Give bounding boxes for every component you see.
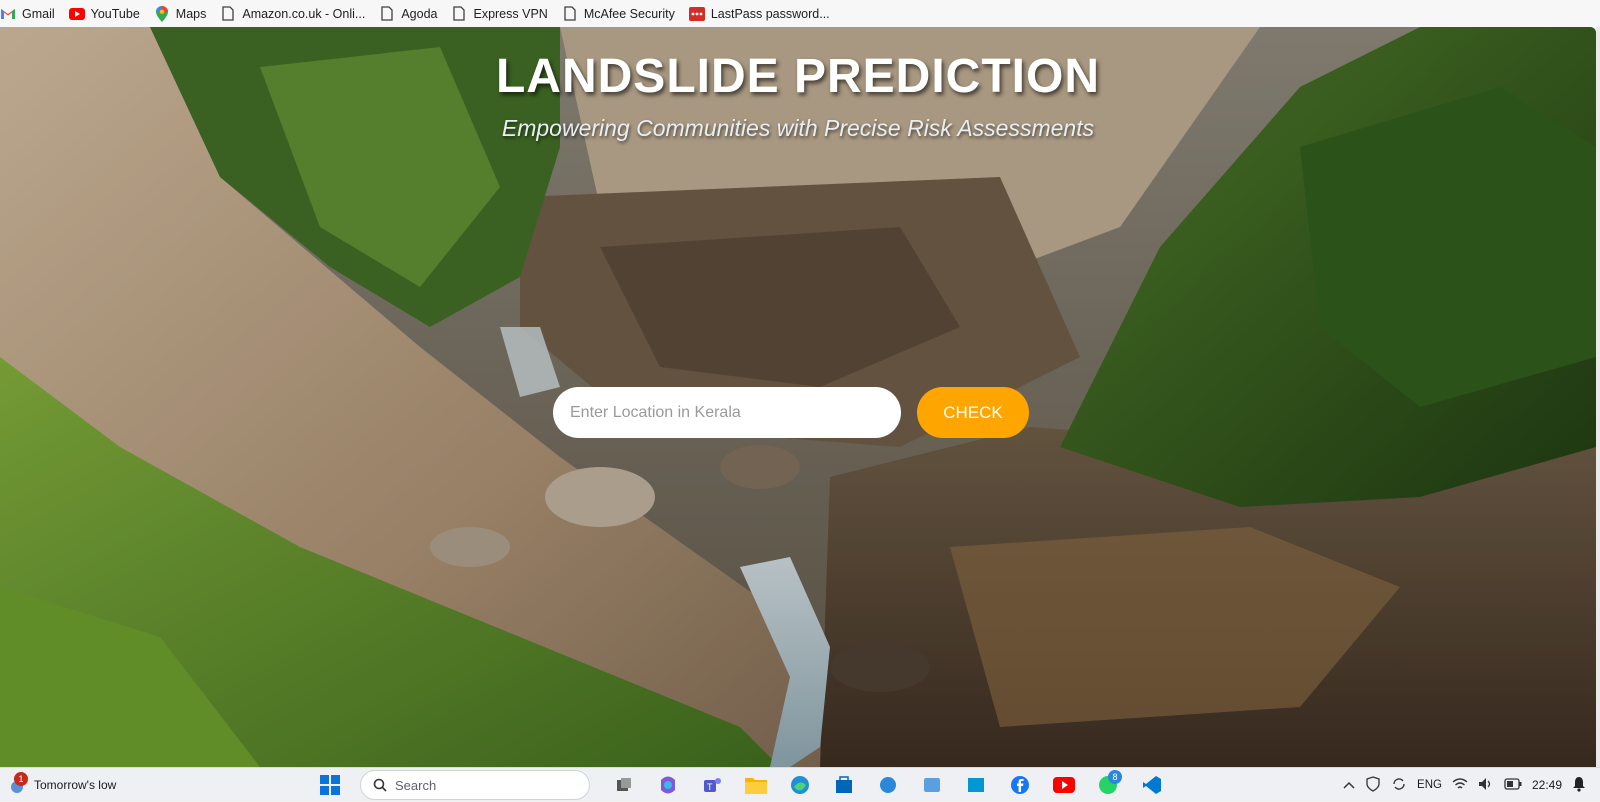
- bookmark-label: McAfee Security: [583, 6, 675, 21]
- check-button[interactable]: CHECK: [917, 387, 1029, 438]
- start-button[interactable]: [312, 768, 348, 802]
- page-subtitle: Empowering Communities with Precise Risk…: [501, 115, 1095, 141]
- bookmark-amazon[interactable]: Amazon.co.uk - Onli...: [215, 0, 374, 27]
- security-icon[interactable]: [1365, 775, 1381, 795]
- taskbar-store[interactable]: [826, 768, 862, 802]
- bookmark-mcafee[interactable]: McAfee Security: [557, 0, 684, 27]
- bookmark-gmail[interactable]: Gmail: [0, 0, 64, 27]
- location-search-form: CHECK: [553, 387, 1029, 438]
- store-icon: [836, 776, 852, 793]
- bookmark-label: Maps: [175, 6, 207, 21]
- wifi-icon[interactable]: [1452, 777, 1468, 794]
- weather-badge: 1: [14, 772, 28, 786]
- page-scrollbar[interactable]: [1596, 27, 1600, 767]
- location-input[interactable]: [553, 387, 901, 438]
- page-icon: [379, 6, 395, 22]
- sync-icon[interactable]: [1391, 776, 1407, 795]
- taskbar-vscode[interactable]: [1134, 768, 1170, 802]
- bookmark-youtube[interactable]: YouTube: [64, 0, 149, 27]
- bookmark-label: Agoda: [401, 6, 438, 21]
- lastpass-icon: [688, 6, 705, 22]
- maps-pin-icon: [154, 5, 170, 22]
- taskbar-app-photos[interactable]: [914, 768, 950, 802]
- taskbar-edge[interactable]: [782, 768, 818, 802]
- page-title: LANDSLIDE PREDICTION: [495, 50, 1100, 103]
- battery-icon[interactable]: [1504, 777, 1522, 793]
- clock[interactable]: 22:49: [1532, 778, 1562, 792]
- page-icon: [220, 6, 236, 22]
- edge-icon: [791, 776, 809, 794]
- windows-taskbar: 1 Tomorrow's low Search T 8 ENG 22:49: [0, 767, 1600, 801]
- notification-bell-icon[interactable]: [1572, 776, 1586, 795]
- copilot-icon: [661, 776, 675, 794]
- teams-icon: T: [704, 778, 721, 792]
- taskbar-whatsapp[interactable]: 8: [1090, 768, 1126, 802]
- facebook-icon: [1011, 776, 1029, 794]
- search-icon: [373, 778, 387, 792]
- folder-icon: [745, 778, 767, 794]
- weather-text: Tomorrow's low: [34, 778, 117, 792]
- weather-icon: 1: [8, 772, 28, 794]
- taskbar-apps: Search T 8: [312, 768, 1170, 802]
- bookmark-label: Amazon.co.uk - Onli...: [242, 6, 366, 21]
- gmail-icon: [0, 6, 16, 22]
- weather-widget[interactable]: 1 Tomorrow's low: [8, 768, 116, 802]
- search-placeholder: Search: [395, 777, 437, 793]
- photos-icon: [924, 778, 940, 792]
- chevron-up-icon[interactable]: [1343, 778, 1355, 792]
- vscode-icon: [1143, 776, 1161, 794]
- bookmark-agoda[interactable]: Agoda: [374, 0, 446, 27]
- windows-start-icon: [320, 775, 340, 795]
- bookmark-lastpass[interactable]: LastPass password...: [684, 0, 839, 27]
- taskbar-teams[interactable]: T: [694, 768, 730, 802]
- page-icon: [451, 6, 467, 22]
- task-view-icon: [617, 778, 631, 791]
- whatsapp-badge: 8: [1108, 770, 1122, 784]
- app-icon: [880, 777, 896, 793]
- bookmark-label: LastPass password...: [710, 6, 830, 21]
- taskbar-youtube[interactable]: [1046, 768, 1082, 802]
- bookmarks-bar: Gmail YouTube Maps Amazon.co.uk - Onli..…: [0, 0, 1600, 27]
- bookmark-label: Express VPN: [473, 6, 548, 21]
- hp-icon: [968, 778, 984, 792]
- taskbar-app-hp[interactable]: [958, 768, 994, 802]
- volume-icon[interactable]: [1478, 777, 1494, 794]
- taskbar-app-blue[interactable]: [870, 768, 906, 802]
- taskbar-file-explorer[interactable]: [738, 768, 774, 802]
- youtube-icon: [1053, 777, 1075, 793]
- task-view-button[interactable]: [606, 768, 642, 802]
- language-indicator[interactable]: ENG: [1417, 779, 1442, 791]
- system-tray: ENG 22:49: [1343, 768, 1600, 802]
- bookmark-label: YouTube: [90, 6, 140, 21]
- taskbar-facebook[interactable]: [1002, 768, 1038, 802]
- svg-text:T: T: [707, 782, 713, 792]
- youtube-icon: [68, 6, 85, 22]
- bookmark-express-vpn[interactable]: Express VPN: [446, 0, 556, 27]
- bookmark-label: Gmail: [22, 6, 55, 21]
- taskbar-search[interactable]: Search: [360, 770, 590, 800]
- page-icon: [562, 6, 578, 22]
- landslide-page: LANDSLIDE PREDICTION Empowering Communit…: [0, 27, 1596, 767]
- bookmark-maps[interactable]: Maps: [149, 0, 216, 27]
- taskbar-copilot[interactable]: [650, 768, 686, 802]
